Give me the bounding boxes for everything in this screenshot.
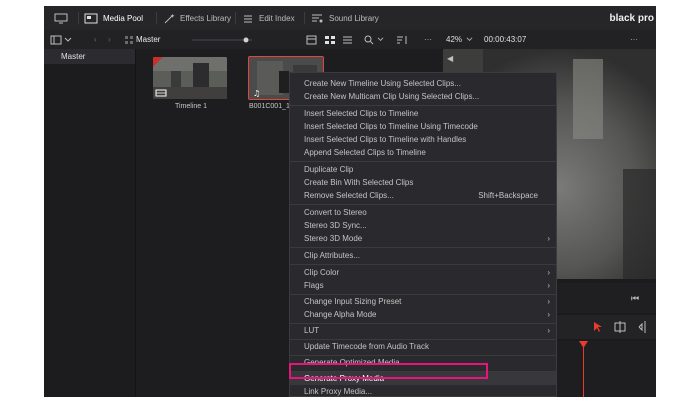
edit-index-tab[interactable]: Edit Index xyxy=(242,6,295,30)
zoom-chevron-icon[interactable] xyxy=(466,30,473,49)
chevron-right-icon: › xyxy=(547,234,550,243)
shortcut-label: Shift+Backspace xyxy=(478,191,538,200)
media-pool-tab[interactable]: Media Pool xyxy=(84,6,143,30)
media-pool-toolbar: ‹ › Master ··· 42% 00:00:43:07 ··· xyxy=(44,30,656,50)
playhead[interactable] xyxy=(583,341,584,397)
trim-tool-icon[interactable] xyxy=(613,321,627,333)
menu-item-label: Change Input Sizing Preset xyxy=(304,297,402,306)
pointer-tool-icon[interactable] xyxy=(593,321,603,333)
sidebar-toggle-icon[interactable] xyxy=(50,30,62,49)
divider xyxy=(235,12,236,24)
chevron-right-icon: › xyxy=(547,281,550,290)
menu-item-convert-stereo[interactable]: Convert to Stereo xyxy=(290,206,556,219)
skip-back-icon[interactable]: ⏮ xyxy=(631,293,639,304)
menu-item-append-clips[interactable]: Append Selected Clips to Timeline xyxy=(290,146,556,159)
music-icon xyxy=(312,14,323,22)
divider xyxy=(304,12,305,24)
chevron-down-icon[interactable] xyxy=(64,30,72,49)
thumbnail-view-icon[interactable] xyxy=(324,30,336,49)
menu-item-label: Stereo 3D Mode xyxy=(304,234,363,243)
menu-item-insert-handles[interactable]: Insert Selected Clips to Timeline with H… xyxy=(290,133,556,146)
zoom-level[interactable]: 42% xyxy=(446,30,462,49)
list-icon xyxy=(244,15,252,22)
wand-icon: ✦ xyxy=(164,13,175,23)
svg-text:◀: ◀ xyxy=(447,54,454,63)
blade-tool-icon[interactable] xyxy=(638,321,652,333)
divider xyxy=(78,12,79,24)
menu-item-label: LUT xyxy=(304,326,320,335)
menu-separator xyxy=(290,161,556,162)
sound-library-label: Sound Library xyxy=(329,13,379,23)
chevron-right-icon: › xyxy=(547,268,550,277)
menu-item-stereo-sync[interactable]: Stereo 3D Sync... xyxy=(290,219,556,232)
sort-icon[interactable] xyxy=(396,30,408,49)
svg-text:✦: ✦ xyxy=(170,13,175,20)
menu-item-clip-color[interactable]: Clip Color › xyxy=(290,266,556,279)
menu-item-duplicate-clip[interactable]: Duplicate Clip xyxy=(290,163,556,176)
divider xyxy=(156,12,157,24)
annotation-highlight xyxy=(289,363,488,379)
back-icon[interactable]: ‹ xyxy=(94,30,97,49)
thumbnail-size-slider[interactable] xyxy=(192,30,252,49)
metadata-view-icon[interactable] xyxy=(306,30,317,49)
menu-separator xyxy=(290,247,556,248)
app-brand: black pro xyxy=(609,12,654,24)
sound-library-tab[interactable]: Sound Library xyxy=(310,6,379,30)
menu-item-insert-clips[interactable]: Insert Selected Clips to Timeline xyxy=(290,107,556,120)
monitor-icon[interactable] xyxy=(54,6,73,30)
chevron-right-icon: › xyxy=(547,310,550,319)
bin-title: Master xyxy=(136,35,161,44)
top-bar: Media Pool ✦ Effects Library Edit Index … xyxy=(44,6,656,31)
grid-view-small-icon[interactable] xyxy=(124,30,134,49)
menu-item-create-bin[interactable]: Create Bin With Selected Clips xyxy=(290,176,556,189)
forward-icon[interactable]: › xyxy=(108,30,111,49)
search-icon[interactable] xyxy=(364,30,374,49)
menu-item-label: Flags xyxy=(304,281,324,290)
viewer-options-icon[interactable]: ··· xyxy=(630,30,638,49)
list-view-icon[interactable] xyxy=(342,30,353,49)
menu-item-stereo-mode[interactable]: Stereo 3D Mode › xyxy=(290,232,556,245)
edit-index-label: Edit Index xyxy=(259,13,295,23)
viewer-timecode: 00:00:43:07 xyxy=(484,35,527,44)
context-menu: Create New Timeline Using Selected Clips… xyxy=(289,72,557,397)
menu-item-label: Clip Color xyxy=(304,268,340,277)
effects-library-label: Effects Library xyxy=(180,13,231,23)
menu-item-update-timecode[interactable]: Update Timecode from Audio Track xyxy=(290,340,556,353)
clip-thumbnail-timeline[interactable] xyxy=(153,57,227,99)
menu-item-clip-attributes[interactable]: Clip Attributes... xyxy=(290,249,556,262)
menu-item-flags[interactable]: Flags › xyxy=(290,279,556,292)
chevron-right-icon: › xyxy=(547,326,550,335)
menu-item-link-proxy[interactable]: Link Proxy Media... xyxy=(290,385,556,397)
menu-item-alpha-mode[interactable]: Change Alpha Mode › xyxy=(290,308,556,321)
search-options-chevron-icon[interactable] xyxy=(377,30,384,49)
menu-item-label: Remove Selected Clips... xyxy=(304,191,394,200)
media-pool-label: Media Pool xyxy=(103,13,144,23)
media-pool-icon xyxy=(84,13,98,23)
menu-separator xyxy=(290,204,556,205)
more-options-icon[interactable]: ··· xyxy=(424,30,432,49)
clip-label: Timeline 1 xyxy=(175,103,208,110)
bin-list: Master xyxy=(44,49,136,397)
menu-item-lut[interactable]: LUT › xyxy=(290,324,556,337)
resolve-window: Media Pool ✦ Effects Library Edit Index … xyxy=(44,6,656,397)
menu-item-insert-timecode[interactable]: Insert Selected Clips to Timeline Using … xyxy=(290,120,556,133)
menu-item-input-sizing[interactable]: Change Input Sizing Preset › xyxy=(290,295,556,308)
menu-item-create-timeline[interactable]: Create New Timeline Using Selected Clips… xyxy=(290,77,556,90)
bin-master[interactable]: Master xyxy=(44,49,135,64)
menu-separator xyxy=(290,264,556,265)
svg-text:♫: ♫ xyxy=(253,89,260,98)
menu-item-create-multicam[interactable]: Create New Multicam Clip Using Selected … xyxy=(290,90,556,103)
effects-library-tab[interactable]: ✦ Effects Library xyxy=(163,6,231,30)
menu-item-remove-clips[interactable]: Remove Selected Clips... Shift+Backspace xyxy=(290,189,556,202)
menu-separator xyxy=(290,105,556,106)
menu-item-label: Change Alpha Mode xyxy=(304,310,377,319)
chevron-right-icon: › xyxy=(547,297,550,306)
